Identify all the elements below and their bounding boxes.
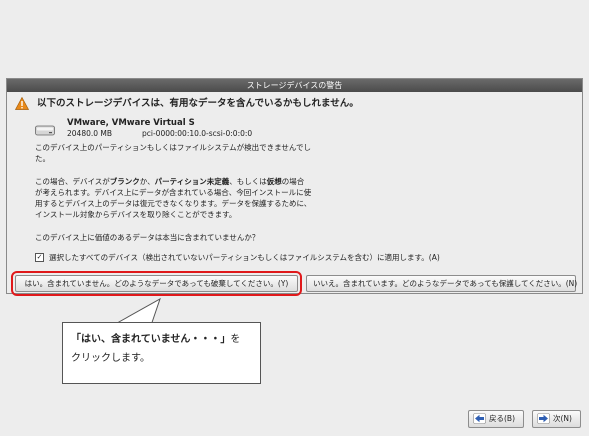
apply-all-checkbox[interactable]: ✓	[35, 253, 44, 262]
yes-discard-button[interactable]: はい。含まれていません。どのようなデータであっても破棄してください。(Y)	[11, 271, 302, 296]
dialog-heading: 以下のストレージデバイスは、有用なデータを含んでいるかもしれません。	[37, 98, 359, 109]
data-loss-explanation: この場合、デバイスがブランクか、パーティション未定義、もしくは仮想の場合 が考え…	[35, 177, 312, 219]
device-name: VMware, VMware Virtual S	[67, 118, 195, 128]
storage-warning-dialog: ストレージデバイスの警告 以下のストレージデバイスは、有用なデータを含んでいるか…	[6, 78, 583, 296]
warning-icon	[15, 97, 29, 110]
dialog-title: ストレージデバイスの警告	[7, 79, 582, 92]
back-button[interactable]: 戻る(B)	[468, 410, 524, 428]
callout-emphasis: 「はい、含まれていません・・・」	[71, 334, 231, 345]
back-arrow-icon	[473, 412, 486, 424]
instruction-callout: 「はい、含まれていません・・・」を クリックします。	[62, 322, 261, 384]
no-partition-message: このデバイス上のパーティションもしくはファイルシステムが検出できませんでし た。	[35, 143, 311, 163]
next-button[interactable]: 次(N)	[532, 410, 581, 428]
callout-line2: クリックします。	[71, 353, 150, 364]
installer-screen: ストレージデバイスの警告 以下のストレージデバイスは、有用なデータを含んでいるか…	[0, 0, 589, 436]
device-path: pci-0000:00:10.0-scsi-0:0:0:0	[142, 129, 253, 138]
next-arrow-icon	[537, 412, 550, 424]
confirm-question: このデバイス上に価値のあるデータは本当に含まれていませんか？	[35, 233, 260, 242]
no-keep-button[interactable]: いいえ。含まれています。どのようなデータであっても保護してください。(N)	[306, 275, 577, 292]
dialog-heading-row: 以下のストレージデバイスは、有用なデータを含んでいるかもしれません。	[13, 97, 573, 111]
apply-all-label[interactable]: 選択したすべてのデバイス（検出されていないパーティションもしくはファイルシステム…	[49, 252, 440, 263]
hard-disk-icon	[35, 125, 55, 136]
device-size: 20480.0 MB	[67, 129, 113, 138]
